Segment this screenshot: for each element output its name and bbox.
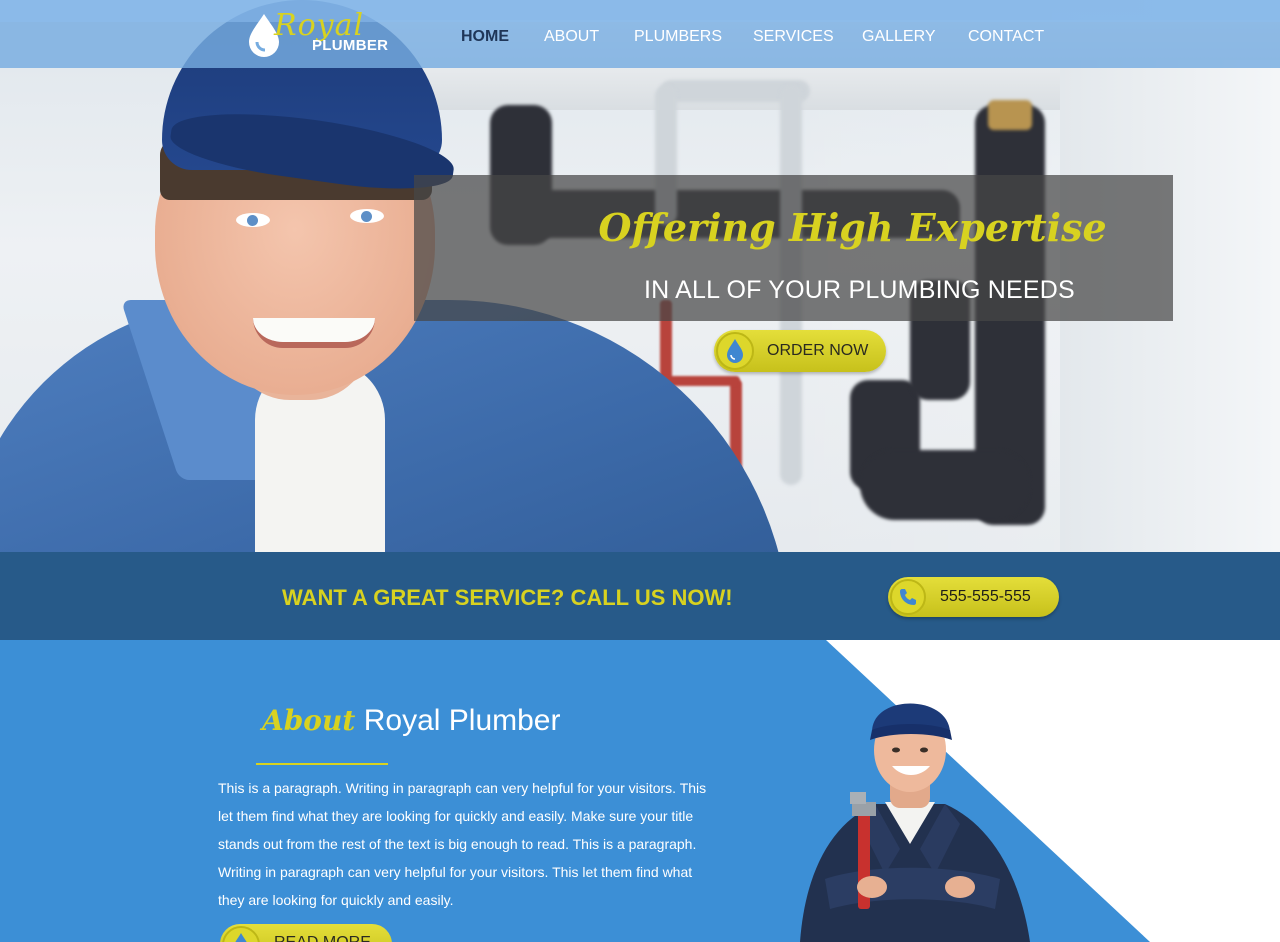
call-to-action-text: WANT A GREAT SERVICE? CALL US NOW!	[282, 585, 733, 610]
water-drop-icon	[716, 332, 754, 370]
nav-home[interactable]: HOME	[461, 28, 509, 46]
call-strip: WANT A GREAT SERVICE? CALL US NOW! 555-5…	[0, 552, 1280, 640]
read-more-button[interactable]: READ MORE	[220, 924, 392, 942]
brand-logo[interactable]: Royal PLUMBER	[244, 8, 394, 60]
about-title: About Royal Plumber	[262, 704, 560, 738]
read-more-label: READ MORE	[274, 934, 371, 942]
nav-gallery[interactable]: GALLERY	[862, 28, 936, 46]
nav-contact[interactable]: CONTACT	[968, 28, 1044, 46]
hero-subheadline: IN ALL OF YOUR PLUMBING NEEDS	[644, 276, 1075, 304]
nav-services[interactable]: SERVICES	[753, 28, 834, 46]
hero-banner: Offering High Expertise IN ALL OF YOUR P…	[414, 175, 1173, 321]
order-now-button[interactable]: ORDER NOW	[714, 330, 886, 372]
phone-icon	[890, 579, 926, 615]
order-now-label: ORDER NOW	[767, 342, 869, 359]
about-title-name: Royal Plumber	[363, 704, 561, 737]
plumber-standing-photo	[800, 703, 1030, 942]
nav-about[interactable]: ABOUT	[544, 28, 599, 46]
phone-number: 555-555-555	[940, 588, 1031, 605]
about-section: About Royal Plumber This is a paragraph.…	[0, 640, 1280, 942]
top-navbar: Royal PLUMBER HOME ABOUT PLUMBERS SERVIC…	[0, 0, 1280, 68]
nav-plumbers[interactable]: PLUMBERS	[634, 28, 722, 46]
about-divider	[256, 763, 388, 765]
about-title-script: About	[262, 704, 356, 737]
brand-word: PLUMBER	[312, 37, 389, 54]
water-drop-icon	[222, 926, 260, 942]
about-paragraph: This is a paragraph. Writing in paragrap…	[218, 780, 707, 908]
hero-headline: Offering High Expertise	[598, 205, 1107, 250]
phone-button[interactable]: 555-555-555	[888, 577, 1059, 617]
